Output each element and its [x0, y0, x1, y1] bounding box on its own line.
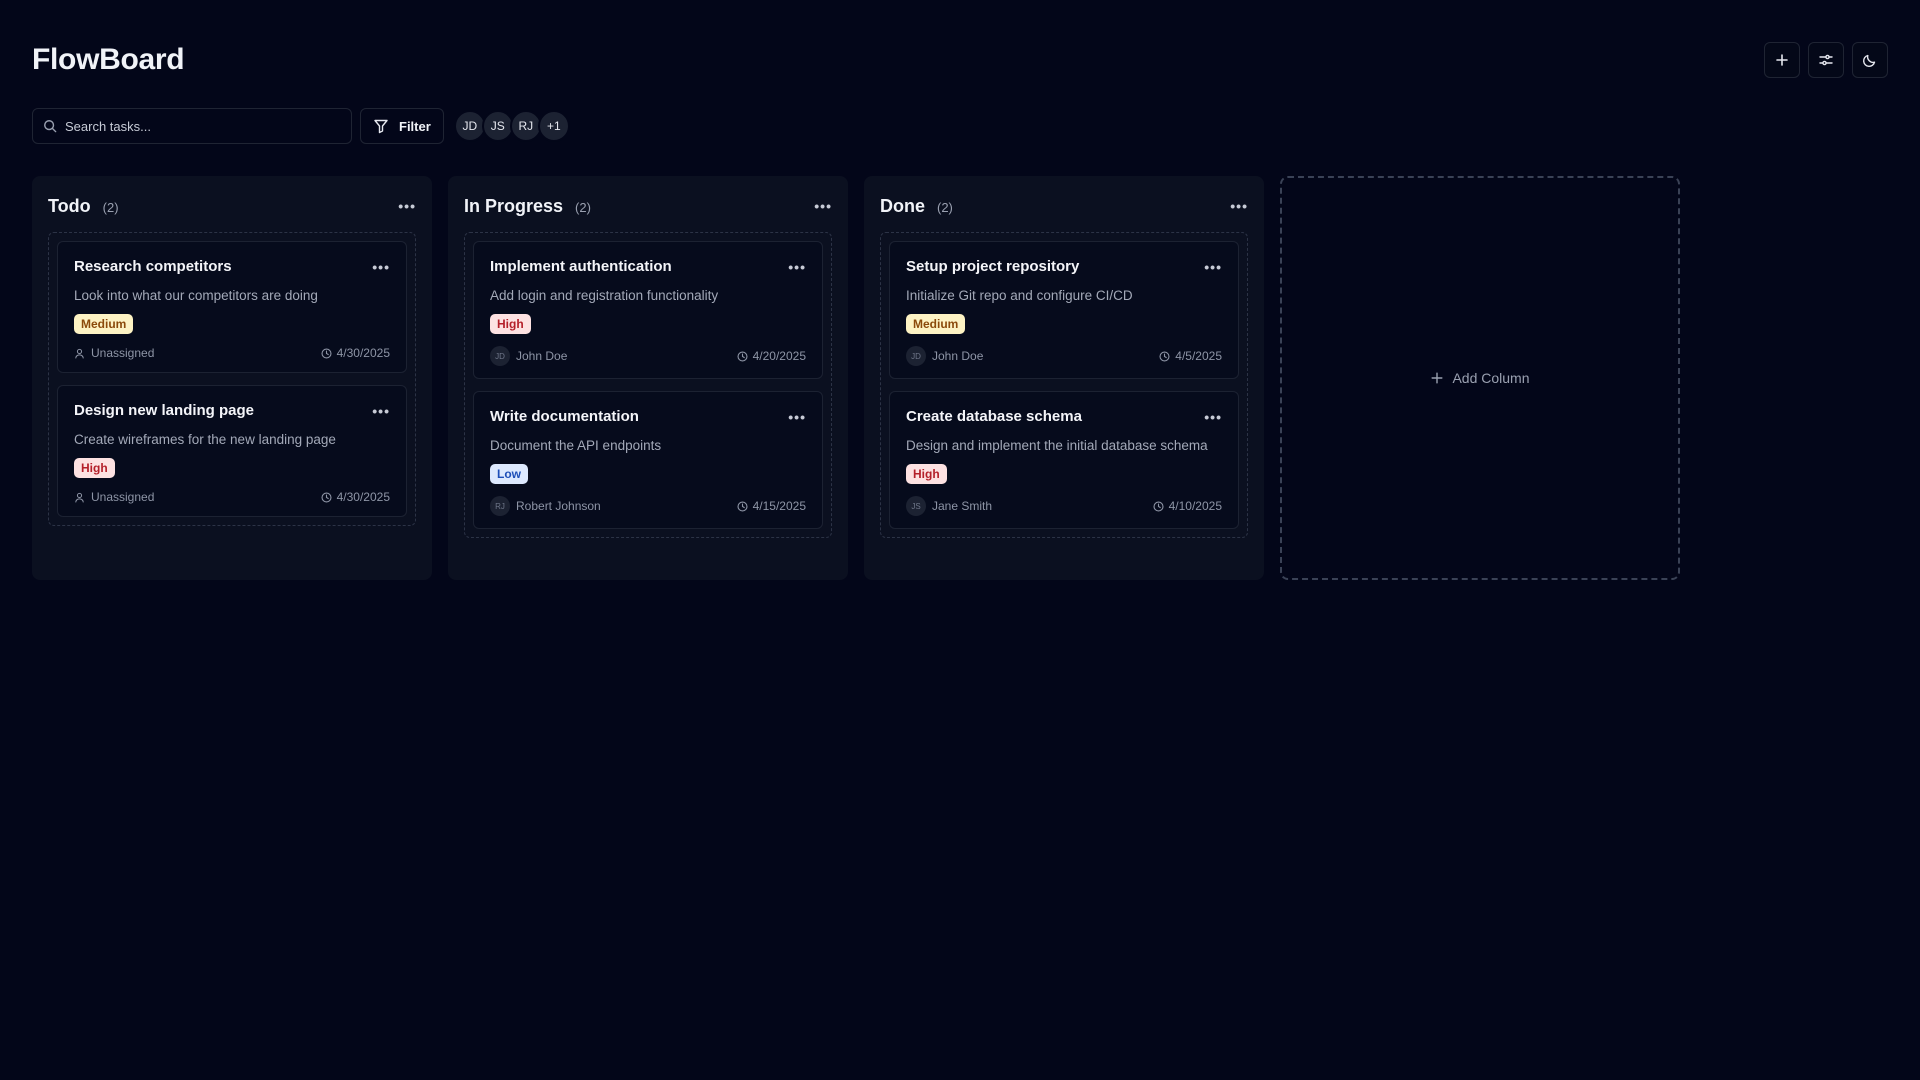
- priority-badge: Low: [490, 464, 528, 484]
- card-menu-button[interactable]: •••: [1204, 259, 1222, 275]
- search-box: [32, 108, 352, 144]
- clock-icon: [321, 347, 332, 359]
- card-menu-button[interactable]: •••: [372, 259, 390, 275]
- column-title: Todo: [48, 195, 91, 216]
- plus-icon: [1776, 54, 1788, 66]
- card-title: Implement authentication: [490, 258, 672, 275]
- clock-icon: [737, 350, 748, 362]
- task-card[interactable]: Implement authentication ••• Add login a…: [473, 241, 823, 379]
- card-description: Document the API endpoints: [490, 438, 662, 453]
- clock-icon: [737, 500, 748, 512]
- priority-badge: High: [906, 464, 947, 484]
- theme-toggle-button[interactable]: [1852, 42, 1888, 78]
- clock-icon: [1159, 350, 1170, 362]
- assignee-name: Jane Smith: [932, 499, 993, 513]
- filter-button[interactable]: Filter: [360, 108, 444, 144]
- add-column-button[interactable]: Add Column: [1280, 176, 1680, 580]
- assignee-avatar: JD: [490, 346, 510, 366]
- task-card[interactable]: Research competitors ••• Look into what …: [57, 241, 407, 373]
- column-count: (2): [575, 199, 591, 215]
- column-menu-button[interactable]: •••: [814, 198, 832, 214]
- filter-label: Filter: [399, 118, 431, 134]
- card-dropzone: Research competitors ••• Look into what …: [48, 232, 416, 526]
- column-count: (2): [937, 199, 953, 215]
- card-description: Add login and registration functionality: [490, 288, 719, 303]
- assignee-name: Unassigned: [91, 490, 155, 504]
- assignee-avatar: JD: [906, 346, 926, 366]
- card-description: Create wireframes for the new landing pa…: [74, 432, 336, 447]
- due-date: 4/30/2025: [336, 346, 390, 360]
- card-description: Design and implement the initial databas…: [906, 438, 1208, 453]
- add-button[interactable]: [1764, 42, 1800, 78]
- due-date: 4/30/2025: [336, 490, 390, 504]
- header-actions: [1764, 42, 1888, 78]
- search-input[interactable]: [65, 118, 335, 134]
- card-title: Design new landing page: [74, 402, 255, 419]
- app-header: FlowBoard: [32, 38, 1888, 82]
- assignee-avatar: JS: [906, 496, 926, 516]
- settings-button[interactable]: [1808, 42, 1844, 78]
- column-done: Done (2) ••• Setup project repository ••…: [864, 176, 1264, 580]
- card-title: Create database schema: [906, 408, 1082, 425]
- plus-icon: [1431, 372, 1443, 384]
- assignee-name: Unassigned: [91, 346, 155, 360]
- column-title: Done: [880, 195, 925, 216]
- priority-badge: High: [490, 314, 531, 334]
- card-dropzone: Setup project repository ••• Initialize …: [880, 232, 1248, 538]
- column-menu-button[interactable]: •••: [398, 198, 416, 214]
- add-column-label: Add Column: [1452, 370, 1530, 386]
- avatar[interactable]: JD: [453, 110, 486, 142]
- clock-icon: [321, 491, 332, 503]
- priority-badge: Medium: [74, 314, 134, 334]
- assignee-avatar: RJ: [490, 496, 510, 516]
- assignee-name: John Doe: [932, 349, 984, 363]
- task-card[interactable]: Design new landing page ••• Create wiref…: [57, 385, 407, 517]
- search-icon: [44, 120, 57, 133]
- card-title: Research competitors: [74, 258, 232, 275]
- due-date: 4/20/2025: [752, 349, 806, 363]
- user-icon: [75, 348, 84, 358]
- app-title: FlowBoard: [32, 43, 185, 76]
- due-date: 4/15/2025: [752, 499, 806, 513]
- more-members-badge[interactable]: +1: [537, 110, 570, 142]
- priority-badge: High: [74, 458, 115, 478]
- column-todo: Todo (2) ••• Research competitors ••• Lo…: [32, 176, 432, 580]
- board: Todo (2) ••• Research competitors ••• Lo…: [32, 176, 1680, 580]
- due-date: 4/10/2025: [1168, 499, 1222, 513]
- user-icon: [75, 492, 84, 502]
- column-menu-button[interactable]: •••: [1230, 198, 1248, 214]
- assignee-name: Robert Johnson: [516, 499, 601, 513]
- filter-icon: [374, 119, 388, 134]
- card-menu-button[interactable]: •••: [788, 259, 806, 275]
- member-avatars: JD JS RJ +1: [453, 110, 570, 142]
- card-menu-button[interactable]: •••: [1204, 409, 1222, 425]
- task-card[interactable]: Create database schema ••• Design and im…: [889, 391, 1239, 529]
- column-count: (2): [102, 199, 119, 215]
- task-card[interactable]: Write documentation ••• Document the API…: [473, 391, 823, 529]
- avatar[interactable]: JS: [481, 110, 514, 142]
- priority-badge: Medium: [906, 314, 966, 334]
- card-menu-button[interactable]: •••: [372, 403, 390, 419]
- column-in-progress: In Progress (2) ••• Implement authentica…: [448, 176, 848, 580]
- moon-icon: [1862, 54, 1876, 68]
- card-title: Write documentation: [490, 408, 639, 425]
- card-description: Look into what our competitors are doing: [74, 288, 318, 303]
- card-description: Initialize Git repo and configure CI/CD: [906, 288, 1133, 303]
- avatar[interactable]: RJ: [509, 110, 542, 142]
- assignee-name: John Doe: [516, 349, 568, 363]
- card-menu-button[interactable]: •••: [788, 409, 806, 425]
- card-title: Setup project repository: [906, 258, 1080, 275]
- task-card[interactable]: Setup project repository ••• Initialize …: [889, 241, 1239, 379]
- settings-sliders-icon: [1819, 54, 1833, 66]
- toolbar: Filter JD JS RJ +1: [32, 108, 570, 144]
- card-dropzone: Implement authentication ••• Add login a…: [464, 232, 832, 538]
- clock-icon: [1153, 500, 1164, 512]
- due-date: 4/5/2025: [1175, 349, 1222, 363]
- column-title: In Progress: [464, 195, 564, 216]
